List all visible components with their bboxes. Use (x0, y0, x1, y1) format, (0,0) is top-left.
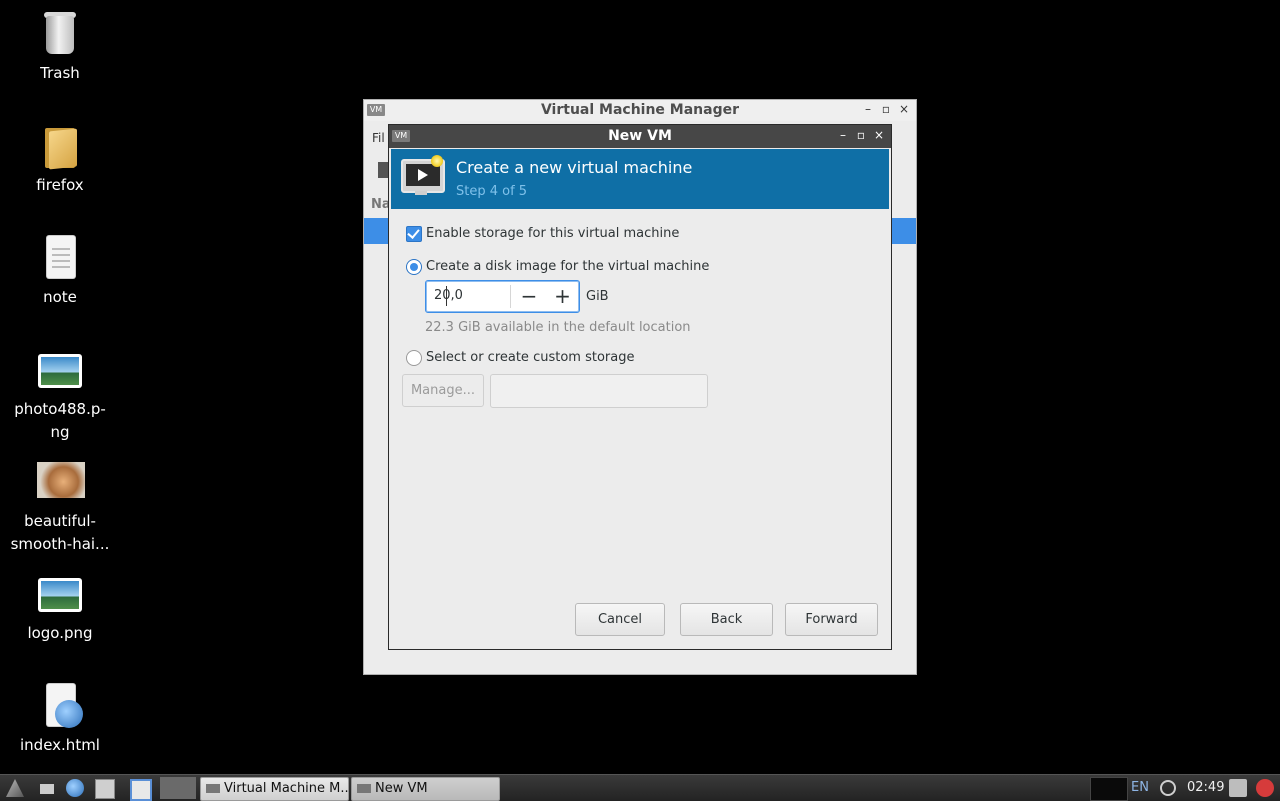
new-vm-dialog[interactable]: VM New VM – ▫ × Create a new virtual mac… (388, 124, 892, 650)
network-icon[interactable] (1229, 779, 1247, 797)
increase-size-button[interactable]: + (546, 281, 579, 312)
folder-icon (37, 122, 83, 170)
desktop-icon-beautiful[interactable]: beautiful- smooth-hai... (0, 458, 120, 556)
taskbar: Virtual Machine M... New VM EN 02:49 (0, 774, 1280, 801)
search-icon[interactable] (1160, 780, 1176, 796)
maximize-button[interactable]: ▫ (878, 102, 894, 116)
text-file-icon (37, 234, 83, 280)
taskbar-item-new-vm[interactable]: New VM (351, 777, 500, 801)
clock: 02:49 (1187, 780, 1225, 795)
wizard-header: Create a new virtual machine Step 4 of 5 (391, 149, 889, 209)
cpu-monitor-icon (1090, 777, 1128, 801)
desktop-icon-label: logo.png (27, 624, 93, 642)
desktop-icon-note[interactable]: note (0, 234, 120, 309)
power-icon[interactable] (1256, 779, 1274, 797)
start-menu-icon[interactable] (6, 779, 24, 797)
wizard-step: Step 4 of 5 (456, 184, 528, 199)
desktop-icon-photo488[interactable]: photo488.p- ng (0, 346, 120, 444)
desktop-icon-label: index.html (20, 736, 100, 754)
maximize-button[interactable]: ▫ (853, 128, 869, 142)
image-thumbnail-icon (37, 458, 85, 504)
desktop-icon-index-html[interactable]: index.html (0, 682, 120, 757)
workspace-2-icon[interactable] (160, 777, 196, 799)
taskbar-item-label: Virtual Machine M... (224, 781, 349, 796)
image-file-icon (37, 570, 83, 616)
minimize-button[interactable]: – (860, 102, 876, 116)
text-cursor (446, 286, 447, 306)
custom-storage-path-input[interactable] (490, 374, 708, 408)
show-desktop-icon[interactable] (40, 784, 54, 794)
desktop-icon-firefox[interactable]: firefox (0, 122, 120, 197)
file-manager-icon[interactable] (95, 779, 115, 799)
close-button[interactable]: × (871, 128, 887, 142)
enable-storage-checkbox[interactable] (406, 226, 422, 242)
menu-file[interactable]: Fil (372, 131, 385, 145)
disk-size-input[interactable]: 20,0 (434, 288, 463, 303)
minimize-button[interactable]: – (835, 128, 851, 142)
desktop-icon-label: smooth-hai... (10, 535, 110, 553)
disk-size-spinbutton[interactable]: 20,0 − + (425, 280, 580, 313)
taskbar-item-vmm[interactable]: Virtual Machine M... (200, 777, 349, 801)
vmm-window-title: Virtual Machine Manager (540, 102, 740, 118)
keyboard-layout-indicator[interactable]: EN (1131, 780, 1149, 795)
desktop-icon-label: ng (50, 423, 70, 441)
desktop-icon-logo[interactable]: logo.png (0, 570, 120, 645)
decrease-size-button[interactable]: − (512, 281, 546, 312)
forward-button[interactable]: Forward (785, 603, 878, 636)
workspace-1-icon[interactable] (130, 779, 152, 801)
desktop-icon-label: firefox (36, 176, 84, 194)
cancel-button[interactable]: Cancel (575, 603, 665, 636)
vmm-titlebar[interactable]: VM Virtual Machine Manager – ▫ × (364, 100, 916, 121)
image-file-icon (37, 346, 83, 392)
vmm-app-icon (206, 784, 220, 793)
html-file-icon (37, 682, 83, 728)
manage-button[interactable]: Manage... (402, 374, 484, 407)
enable-storage-label[interactable]: Enable storage for this virtual machine (426, 226, 679, 241)
wizard-title: Create a new virtual machine (456, 158, 693, 177)
new-vm-titlebar[interactable]: VM New VM – ▫ × (389, 125, 891, 148)
custom-storage-radio[interactable] (406, 350, 422, 366)
taskbar-item-label: New VM (375, 781, 428, 796)
disk-unit-label: GiB (586, 289, 609, 304)
close-button[interactable]: × (896, 102, 912, 116)
custom-storage-label[interactable]: Select or create custom storage (426, 350, 634, 365)
trash-icon (37, 10, 83, 56)
desktop-icon-label: note (43, 288, 77, 306)
back-button[interactable]: Back (680, 603, 773, 636)
desktop-icon-label: photo488.p- (14, 400, 106, 418)
vmm-app-icon (357, 784, 371, 793)
available-space-hint: 22.3 GiB available in the default locati… (425, 320, 691, 335)
desktop-icon-label: Trash (40, 64, 80, 82)
web-browser-icon[interactable] (66, 779, 84, 797)
new-vm-window-title: New VM (608, 128, 672, 144)
create-disk-radio[interactable] (406, 259, 422, 275)
sparkle-icon (431, 155, 443, 167)
desktop-icon-trash[interactable]: Trash (0, 10, 120, 85)
create-disk-label[interactable]: Create a disk image for the virtual mach… (426, 259, 709, 274)
desktop-icon-label: beautiful- (24, 512, 96, 530)
